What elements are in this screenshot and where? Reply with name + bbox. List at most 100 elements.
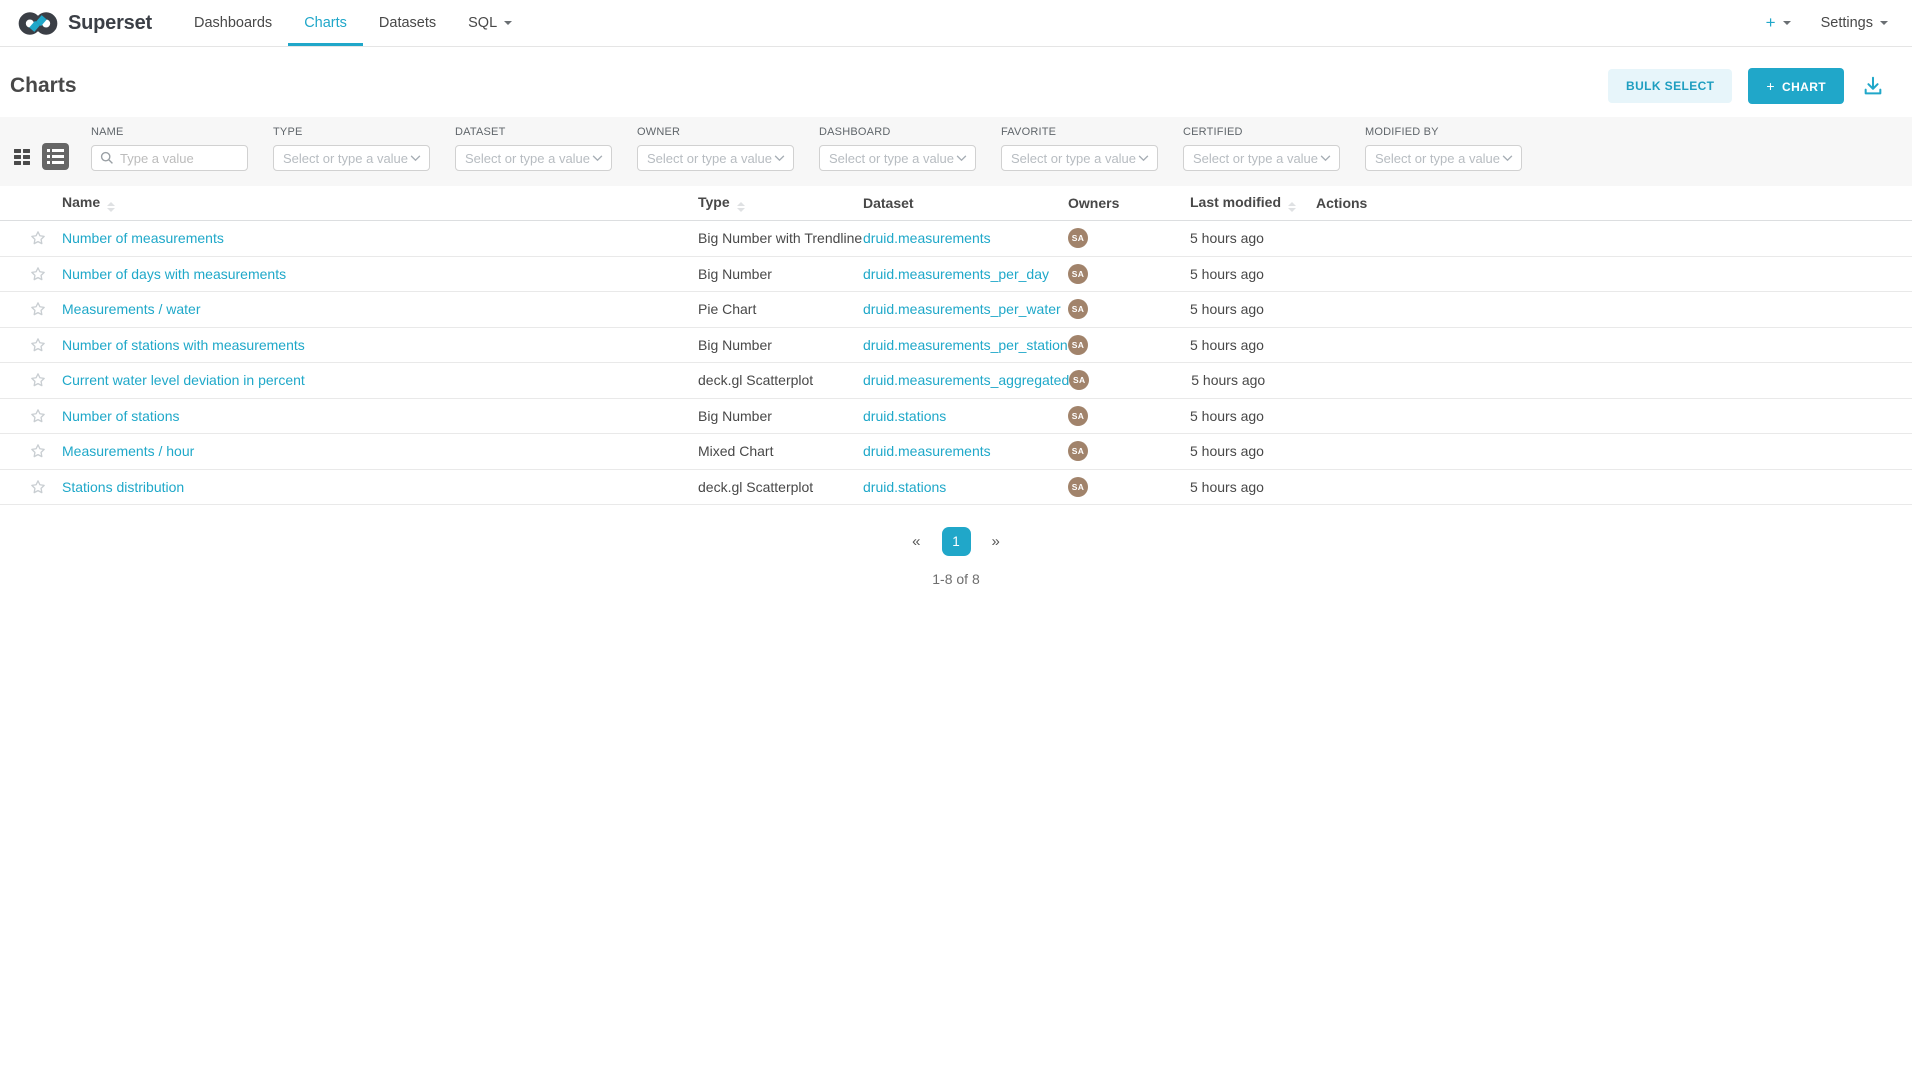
chart-name-link[interactable]: Number of stations with measurements	[62, 337, 305, 353]
table-row: Number of stations Big Number druid.stat…	[0, 399, 1912, 435]
chevron-down-icon	[504, 21, 512, 25]
column-header-type[interactable]: Type	[698, 194, 863, 212]
favorite-star-button[interactable]	[30, 408, 46, 424]
chart-name-link[interactable]: Current water level deviation in percent	[62, 372, 305, 388]
modified-by-filter-select[interactable]: Select or type a value	[1365, 145, 1522, 171]
column-header-actions: Actions	[1316, 195, 1912, 211]
dashboard-filter-select[interactable]: Select or type a value	[819, 145, 976, 171]
filter-modified-by: MODIFIED BY Select or type a value	[1365, 126, 1522, 171]
table-row: Stations distribution deck.gl Scatterplo…	[0, 470, 1912, 506]
last-modified-cell: 5 hours ago	[1191, 372, 1317, 388]
favorite-star-button[interactable]	[30, 479, 46, 495]
chart-name-link[interactable]: Number of stations	[62, 408, 180, 424]
owner-avatar: SA	[1068, 406, 1088, 426]
charts-table: Name Type Dataset Owners Last modified A…	[0, 186, 1912, 587]
chart-type-cell: Big Number	[698, 337, 863, 353]
bulk-select-button[interactable]: BULK SELECT	[1608, 69, 1732, 103]
row-count-summary: 1-8 of 8	[0, 571, 1912, 587]
download-icon	[1862, 75, 1884, 97]
dataset-link[interactable]: druid.measurements	[863, 443, 991, 459]
type-filter-select[interactable]: Select or type a value	[273, 145, 430, 171]
table-row: Number of days with measurements Big Num…	[0, 257, 1912, 293]
table-row: Number of measurements Big Number with T…	[0, 221, 1912, 257]
chart-type-cell: Big Number with Trendline	[698, 230, 863, 246]
settings-dropdown[interactable]: Settings	[1821, 15, 1888, 31]
star-icon	[30, 337, 46, 353]
chart-type-cell: deck.gl Scatterplot	[698, 479, 863, 495]
favorite-star-button[interactable]	[30, 337, 46, 353]
chevron-down-icon	[956, 155, 967, 162]
pagination-next-button[interactable]: »	[992, 533, 1000, 550]
pagination: « 1 »	[0, 527, 1912, 556]
chevron-down-icon	[1320, 155, 1331, 162]
star-icon	[30, 443, 46, 459]
owner-filter-select[interactable]: Select or type a value	[637, 145, 794, 171]
dataset-filter-select[interactable]: Select or type a value	[455, 145, 612, 171]
filter-label: MODIFIED BY	[1365, 126, 1522, 138]
nav-item-dashboards[interactable]: Dashboards	[178, 0, 288, 46]
top-navbar: Superset Dashboards Charts Datasets SQL …	[0, 0, 1912, 47]
filter-label: TYPE	[273, 126, 430, 138]
dataset-link[interactable]: druid.measurements_per_station	[863, 337, 1068, 353]
owner-avatar: SA	[1068, 228, 1088, 248]
chart-name-link[interactable]: Measurements / water	[62, 301, 201, 317]
superset-logo[interactable]: Superset	[17, 0, 152, 46]
dataset-link[interactable]: druid.stations	[863, 408, 946, 424]
column-header-owners: Owners	[1068, 195, 1190, 211]
filter-type: TYPE Select or type a value	[273, 126, 430, 171]
last-modified-cell: 5 hours ago	[1190, 301, 1316, 317]
filter-name: NAME	[91, 126, 248, 171]
view-toggles	[14, 143, 69, 171]
sort-icon	[107, 202, 115, 212]
chevron-down-icon	[1502, 155, 1513, 162]
nav-item-charts[interactable]: Charts	[288, 0, 363, 46]
import-charts-button[interactable]	[1860, 73, 1886, 99]
star-icon	[30, 230, 46, 246]
owner-avatar: SA	[1068, 477, 1088, 497]
chevron-down-icon	[410, 155, 421, 162]
pagination-page-1-button[interactable]: 1	[942, 527, 971, 556]
chart-name-link[interactable]: Number of days with measurements	[62, 266, 286, 282]
pagination-prev-button[interactable]: «	[912, 533, 920, 550]
favorite-star-button[interactable]	[30, 266, 46, 282]
last-modified-cell: 5 hours ago	[1190, 230, 1316, 246]
favorite-star-button[interactable]	[30, 443, 46, 459]
dataset-link[interactable]: druid.stations	[863, 479, 946, 495]
nav-item-datasets[interactable]: Datasets	[363, 0, 452, 46]
dataset-link[interactable]: druid.measurements	[863, 230, 991, 246]
chart-name-link[interactable]: Measurements / hour	[62, 443, 194, 459]
chart-name-link[interactable]: Number of measurements	[62, 230, 224, 246]
nav-item-sql[interactable]: SQL	[452, 0, 528, 46]
star-icon	[30, 301, 46, 317]
column-header-name[interactable]: Name	[62, 194, 698, 212]
star-icon	[30, 372, 46, 388]
owner-avatar: SA	[1068, 335, 1088, 355]
name-filter-input[interactable]	[92, 146, 247, 170]
favorite-star-button[interactable]	[30, 372, 46, 388]
main-nav: Dashboards Charts Datasets SQL	[178, 0, 528, 46]
add-chart-button[interactable]: +CHART	[1748, 68, 1844, 104]
dataset-link[interactable]: druid.measurements_aggregated	[863, 372, 1069, 388]
chart-type-cell: Big Number	[698, 408, 863, 424]
favorite-filter-select[interactable]: Select or type a value	[1001, 145, 1158, 171]
star-icon	[30, 479, 46, 495]
list-view-icon	[47, 149, 64, 164]
dataset-link[interactable]: druid.measurements_per_day	[863, 266, 1049, 282]
last-modified-cell: 5 hours ago	[1190, 479, 1316, 495]
column-header-last-modified[interactable]: Last modified	[1190, 194, 1316, 212]
superset-infinity-icon	[17, 10, 59, 37]
chart-name-link[interactable]: Stations distribution	[62, 479, 184, 495]
certified-filter-select[interactable]: Select or type a value	[1183, 145, 1340, 171]
favorite-star-button[interactable]	[30, 301, 46, 317]
sort-icon	[737, 202, 745, 212]
dataset-link[interactable]: druid.measurements_per_water	[863, 301, 1061, 317]
filter-label: FAVORITE	[1001, 126, 1158, 138]
new-item-dropdown[interactable]: +	[1766, 13, 1791, 33]
favorite-star-button[interactable]	[30, 230, 46, 246]
star-icon	[30, 408, 46, 424]
list-view-toggle[interactable]	[42, 143, 69, 170]
filter-label: OWNER	[637, 126, 794, 138]
filter-dataset: DATASET Select or type a value	[455, 126, 612, 171]
filter-label: NAME	[91, 126, 248, 138]
card-view-toggle[interactable]	[14, 148, 31, 166]
